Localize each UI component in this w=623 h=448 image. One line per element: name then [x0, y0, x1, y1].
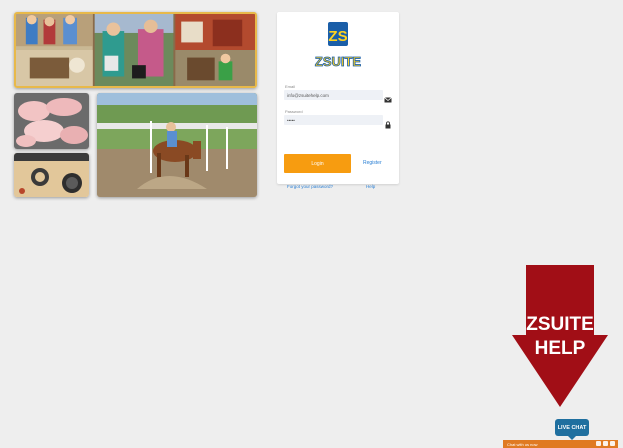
collage-photo-4h-kids	[14, 12, 257, 88]
help-link[interactable]: Help	[366, 184, 375, 189]
logo-letters: ZS	[328, 28, 347, 45]
login-button[interactable]: Login	[284, 154, 351, 173]
target-photo	[14, 153, 89, 197]
pigs-photo	[14, 93, 89, 149]
email-field[interactable]	[284, 90, 383, 100]
login-card: ZS ZSUITE Email Password Login Register …	[277, 12, 399, 189]
password-field[interactable]	[284, 115, 383, 125]
chat-bar-text: Chat with us now	[507, 441, 538, 447]
chat-expand-icon[interactable]	[603, 441, 608, 446]
help-arrow-icon[interactable]	[512, 265, 608, 407]
rodeo-horse-photo	[97, 93, 257, 197]
lock-icon	[384, 116, 392, 129]
zsuite-logo: ZS ZSUITE	[313, 20, 363, 72]
live-chat-button[interactable]: LIVE CHAT	[555, 419, 589, 440]
password-label: Password	[285, 109, 303, 114]
chat-bar[interactable]: Chat with us now	[503, 440, 618, 448]
chat-bar-icons	[596, 441, 615, 446]
email-label: Email	[285, 84, 296, 89]
logo-text: ZSUITE	[315, 54, 362, 69]
chat-close-icon[interactable]	[610, 441, 615, 446]
forgot-password-link[interactable]: Forgot your password?	[287, 184, 333, 189]
register-link[interactable]: Register	[363, 160, 382, 166]
help-text-zsuite: ZSUITE	[526, 314, 594, 335]
chat-minimize-icon[interactable]	[596, 441, 601, 446]
help-text-help: HELP	[534, 338, 586, 359]
envelope-icon	[384, 91, 392, 103]
